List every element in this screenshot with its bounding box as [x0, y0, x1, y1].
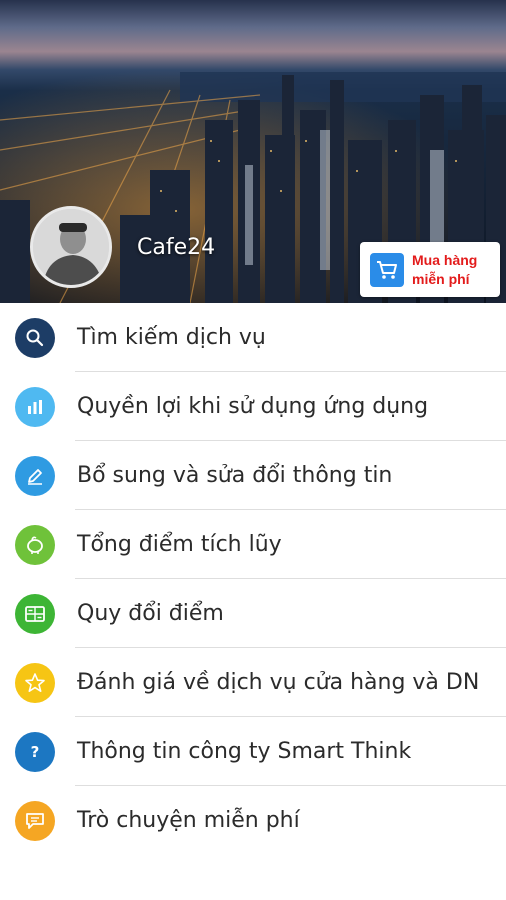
menu-item-search-services[interactable]: Tìm kiếm dịch vụ [0, 303, 506, 372]
menu-item-rate-services[interactable]: Đánh giá về dịch vụ cửa hàng và DN [0, 648, 506, 717]
menu-item-total-points[interactable]: Tổng điểm tích lũy [0, 510, 506, 579]
free-purchase-button[interactable]: Mua hàng miễn phí [360, 242, 500, 297]
username: Cafe24 [137, 235, 216, 260]
menu-item-company-info[interactable]: ? Thông tin công ty Smart Think [0, 717, 506, 786]
menu-item-label: Thông tin công ty Smart Think [77, 739, 412, 764]
star-icon [15, 662, 55, 703]
menu-item-label: Quyền lợi khi sử dụng ứng dụng [77, 394, 429, 419]
profile-header: Cafe24 Mua hàng miễn phí [0, 0, 506, 303]
chat-icon [15, 800, 55, 841]
cart-icon [370, 252, 404, 287]
svg-text:?: ? [31, 743, 40, 761]
avatar[interactable] [30, 206, 112, 288]
piggy-bank-icon [15, 524, 55, 565]
pencil-icon [15, 455, 55, 496]
menu-item-edit-info[interactable]: Bổ sung và sửa đổi thông tin [0, 441, 506, 510]
menu-item-label: Trò chuyện miễn phí [77, 808, 300, 833]
menu-item-label: Quy đổi điểm [77, 601, 224, 626]
free-purchase-line2: miễn phí [412, 270, 470, 287]
menu-item-label: Tìm kiếm dịch vụ [77, 325, 266, 350]
chart-icon [15, 386, 55, 427]
menu-item-label: Bổ sung và sửa đổi thông tin [77, 463, 393, 488]
free-purchase-label: Mua hàng miễn phí [412, 251, 477, 289]
menu-item-app-benefits[interactable]: Quyền lợi khi sử dụng ứng dụng [0, 372, 506, 441]
main-menu: Tìm kiếm dịch vụ Quyền lợi khi sử dụng ứ… [0, 303, 506, 855]
menu-item-label: Đánh giá về dịch vụ cửa hàng và DN [77, 670, 480, 695]
free-purchase-line1: Mua hàng [412, 251, 478, 268]
search-icon [15, 317, 55, 358]
menu-item-redeem-points[interactable]: Quy đổi điểm [0, 579, 506, 648]
question-icon: ? [15, 731, 55, 772]
menu-item-free-chat[interactable]: Trò chuyện miễn phí [0, 786, 506, 855]
avatar-photo [33, 209, 109, 285]
menu-item-label: Tổng điểm tích lũy [77, 532, 282, 557]
calculator-icon [15, 593, 55, 634]
